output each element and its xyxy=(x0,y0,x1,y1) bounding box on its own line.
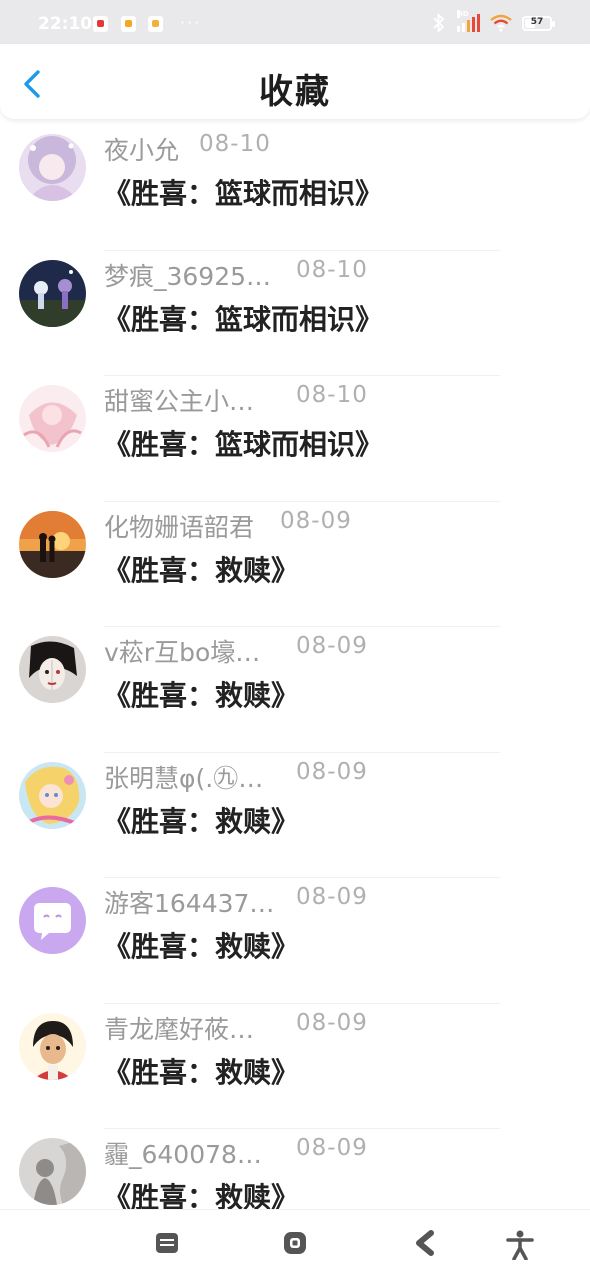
username: 甜蜜公主小… xyxy=(104,387,255,416)
signal-icon: HD xyxy=(457,10,480,32)
avatar[interactable] xyxy=(19,510,86,578)
avatar[interactable] xyxy=(19,134,86,201)
date: 08-09 xyxy=(296,1135,368,1161)
avatar[interactable] xyxy=(19,636,86,703)
book-title: 《胜喜：救赎》 xyxy=(103,1055,300,1089)
book-title: 《胜喜：救赎》 xyxy=(103,553,300,587)
username: 青龙麾好莜… xyxy=(104,1014,255,1044)
favorites-list: 夜小允 08-10 《胜喜：篮球而相识》 梦痕_36925… 08-10 《胜喜… xyxy=(0,125,590,1255)
notification-icon xyxy=(93,16,108,32)
battery-level: 57 xyxy=(530,16,544,27)
battery-icon: 57 xyxy=(522,15,555,31)
date: 08-10 xyxy=(296,256,368,283)
list-item[interactable]: 游客164437… 08-09 《胜喜：救赎》 xyxy=(0,878,590,1004)
username: 化物姗语韶君 xyxy=(104,512,255,542)
username: 梦痕_36925… xyxy=(104,261,272,291)
home-icon[interactable] xyxy=(282,1230,308,1256)
avatar[interactable] xyxy=(19,1012,86,1080)
list-item[interactable]: 夜小允 08-10 《胜喜：篮球而相识》 xyxy=(0,125,590,251)
date: 08-09 xyxy=(296,1009,368,1036)
book-title: 《胜喜：救赎》 xyxy=(103,930,300,963)
date: 08-09 xyxy=(280,507,352,534)
date: 08-10 xyxy=(199,131,271,157)
list-item[interactable]: 青龙麾好莜… 08-09 《胜喜：救赎》 xyxy=(0,1004,590,1129)
status-bar: 22:10 ··· HD 57 xyxy=(0,0,590,44)
date: 08-09 xyxy=(296,633,368,659)
book-title: 《胜喜：篮球而相识》 xyxy=(103,302,384,336)
book-title: 《胜喜：救赎》 xyxy=(103,679,300,712)
date: 08-09 xyxy=(296,758,368,785)
header: 收藏 xyxy=(0,44,590,119)
bluetooth-icon xyxy=(433,13,445,33)
username: 张明慧φ(.㊈… xyxy=(104,763,264,793)
book-title: 《胜喜：救赎》 xyxy=(103,804,300,838)
system-nav-bar xyxy=(0,1209,590,1281)
username: v菘r互bo壕… xyxy=(104,638,261,667)
username: 游客164437… xyxy=(104,889,275,918)
date: 08-09 xyxy=(296,884,368,910)
list-item[interactable]: 张明慧φ(.㊈… 08-09 《胜喜：救赎》 xyxy=(0,753,590,878)
date: 08-10 xyxy=(296,382,368,408)
book-title: 《胜喜：篮球而相识》 xyxy=(103,428,384,461)
menu-icon[interactable] xyxy=(154,1230,180,1256)
notification-icon xyxy=(121,16,136,32)
back-icon[interactable] xyxy=(414,1230,438,1256)
notification-icon xyxy=(148,16,163,32)
more-notifications-icon: ··· xyxy=(180,13,202,32)
avatar[interactable] xyxy=(19,887,86,954)
accessibility-icon[interactable] xyxy=(506,1230,534,1260)
username: 霾_640078… xyxy=(104,1140,262,1169)
wifi-icon xyxy=(490,14,512,32)
list-item[interactable]: 甜蜜公主小… 08-10 《胜喜：篮球而相识》 xyxy=(0,376,590,502)
avatar[interactable] xyxy=(19,1138,86,1205)
list-item[interactable]: 化物姗语韶君 08-09 《胜喜：救赎》 xyxy=(0,502,590,627)
hd-badge: HD xyxy=(457,10,469,18)
list-item[interactable]: v菘r互bo壕… 08-09 《胜喜：救赎》 xyxy=(0,627,590,753)
status-icons: HD 57 xyxy=(431,10,555,34)
avatar[interactable] xyxy=(19,385,86,452)
avatar[interactable] xyxy=(19,259,86,327)
avatar[interactable] xyxy=(19,761,86,829)
username: 夜小允 xyxy=(104,136,180,165)
status-time: 22:10 xyxy=(38,14,93,34)
list-item[interactable]: 梦痕_36925… 08-10 《胜喜：篮球而相识》 xyxy=(0,251,590,376)
book-title: 《胜喜：篮球而相识》 xyxy=(103,177,384,210)
page-title: 收藏 xyxy=(259,72,331,112)
